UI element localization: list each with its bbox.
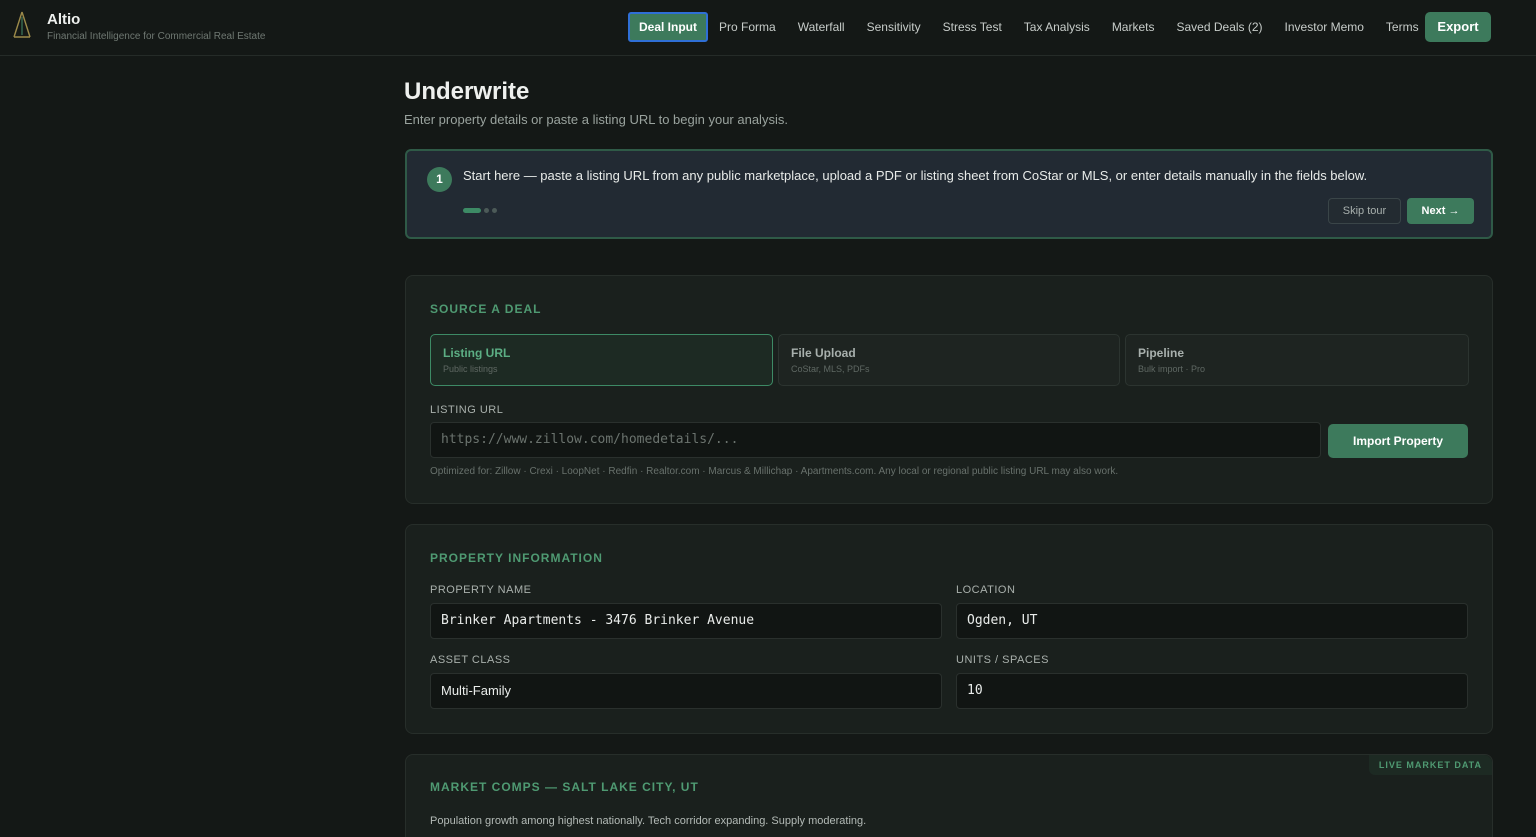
nav-deal-input[interactable]: Deal Input <box>628 12 709 42</box>
market-comps-panel: LIVE MARKET DATA MARKET COMPS — SALT LAK… <box>405 754 1493 837</box>
nav-stress-test[interactable]: Stress Test <box>932 12 1013 42</box>
tour-dot <box>492 208 497 213</box>
nav-tax-analysis[interactable]: Tax Analysis <box>1013 12 1101 42</box>
altio-logo-icon[interactable] <box>12 11 32 39</box>
source-option-label: Pipeline <box>1138 346 1185 360</box>
nav-saved-deals[interactable]: Saved Deals (2) <box>1166 12 1274 42</box>
export-button[interactable]: Export <box>1425 12 1491 42</box>
source-option-file-upload[interactable]: File Upload CoStar, MLS, PDFs <box>778 334 1120 386</box>
source-option-sub: Public listings <box>443 364 498 374</box>
source-deal-title: SOURCE A DEAL <box>430 302 542 316</box>
nav-terms[interactable]: Terms <box>1375 12 1430 42</box>
property-information-title: PROPERTY INFORMATION <box>430 551 603 565</box>
asset-class-select[interactable]: Multi-Family <box>430 673 942 709</box>
source-option-label: File Upload <box>791 346 856 360</box>
live-market-data-badge: LIVE MARKET DATA <box>1368 755 1492 775</box>
listing-url-input[interactable]: https://www.zillow.com/homedetails/... <box>430 422 1321 458</box>
source-option-sub: Bulk import · Pro <box>1138 364 1206 374</box>
units-label: UNITS / SPACES <box>956 654 1049 666</box>
top-bar: Altio Financial Intelligence for Commerc… <box>0 0 1536 56</box>
asset-class-label: ASSET CLASS <box>430 654 511 666</box>
nav-waterfall[interactable]: Waterfall <box>787 12 856 42</box>
import-property-button[interactable]: Import Property <box>1328 424 1468 458</box>
tour-step-badge: 1 <box>427 167 452 192</box>
onboarding-tour-card: 1 Start here — paste a listing URL from … <box>405 149 1493 239</box>
property-name-input[interactable]: Brinker Apartments - 3476 Brinker Avenue <box>430 603 942 639</box>
page-subtitle: Enter property details or paste a listin… <box>404 112 788 127</box>
tour-text: Start here — paste a listing URL from an… <box>463 168 1368 183</box>
property-name-label: PROPERTY NAME <box>430 584 532 596</box>
next-tour-button[interactable]: Next → <box>1407 198 1474 224</box>
units-input[interactable]: 10 <box>956 673 1468 709</box>
nav-markets[interactable]: Markets <box>1101 12 1166 42</box>
source-option-label: Listing URL <box>443 346 511 360</box>
location-label: LOCATION <box>956 584 1016 596</box>
market-comps-title: MARKET COMPS — SALT LAKE CITY, UT <box>430 780 699 794</box>
source-option-sub: CoStar, MLS, PDFs <box>791 364 870 374</box>
listing-url-label: LISTING URL <box>430 404 504 416</box>
tour-dot-active <box>463 208 481 213</box>
source-deal-panel: SOURCE A DEAL Listing URL Public listing… <box>405 275 1493 504</box>
property-information-panel: PROPERTY INFORMATION PROPERTY NAME Brink… <box>405 524 1493 734</box>
source-option-pipeline[interactable]: Pipeline Bulk import · Pro <box>1125 334 1469 386</box>
tour-dot <box>484 208 489 213</box>
nav-pro-forma[interactable]: Pro Forma <box>708 12 787 42</box>
brand-tagline: Financial Intelligence for Commercial Re… <box>47 31 266 42</box>
supported-sources-hint: Optimized for: Zillow · Crexi · LoopNet … <box>430 466 1119 477</box>
brand-name: Altio <box>47 11 81 28</box>
tour-progress-dots <box>463 208 497 213</box>
skip-tour-button[interactable]: Skip tour <box>1328 198 1401 224</box>
market-comps-description: Population growth among highest national… <box>430 815 867 827</box>
page-title: Underwrite <box>404 78 530 105</box>
nav-sensitivity[interactable]: Sensitivity <box>856 12 932 42</box>
source-option-listing-url[interactable]: Listing URL Public listings <box>430 334 773 386</box>
main-nav: Deal Input Pro Forma Waterfall Sensitivi… <box>628 12 1430 42</box>
nav-investor-memo[interactable]: Investor Memo <box>1274 12 1375 42</box>
location-input[interactable]: Ogden, UT <box>956 603 1468 639</box>
